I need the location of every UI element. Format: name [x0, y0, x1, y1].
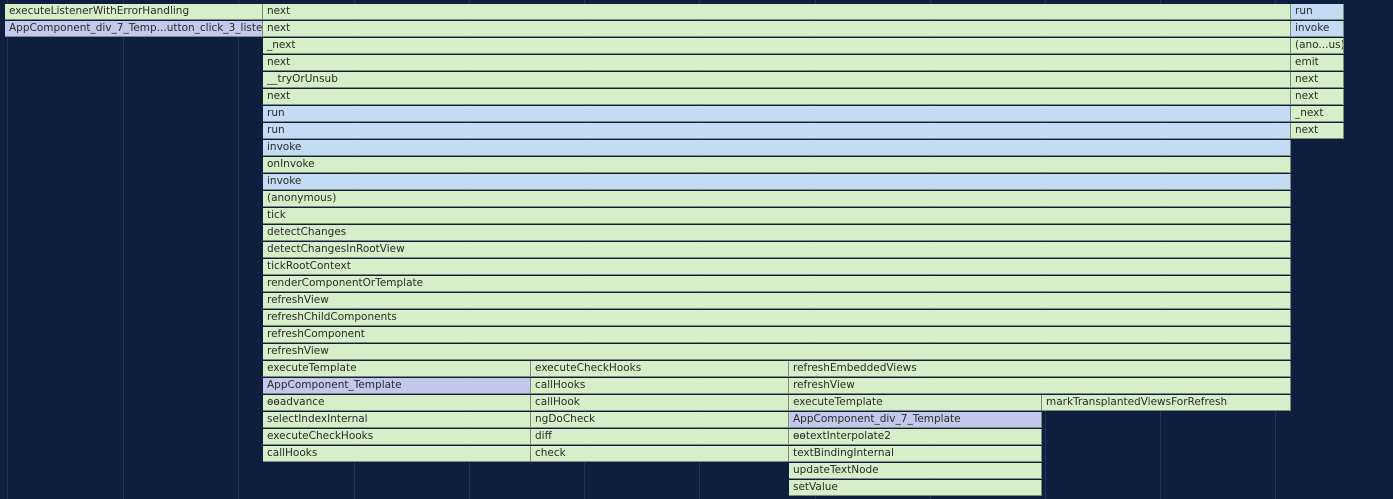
flame-frame[interactable]: invoke — [263, 140, 1291, 156]
flame-frame[interactable]: diff — [531, 429, 789, 445]
flame-frame[interactable]: next — [263, 55, 1291, 71]
flame-frame[interactable]: next — [263, 21, 1291, 37]
flame-frame[interactable]: next — [1291, 123, 1344, 139]
flame-frame[interactable]: callHooks — [531, 378, 789, 394]
flame-frame[interactable]: (ano...us) — [1291, 38, 1344, 54]
flame-frame[interactable]: AppComponent_div_7_Template — [789, 412, 1042, 428]
flame-frame[interactable]: next — [263, 4, 1291, 20]
flame-frame[interactable]: textBindingInternal — [789, 446, 1042, 462]
flame-frame[interactable]: next — [1291, 89, 1344, 105]
flame-frame[interactable]: refreshView — [263, 344, 1291, 360]
flame-frame[interactable]: refreshComponent — [263, 327, 1291, 343]
flame-frame[interactable]: refreshEmbeddedViews — [789, 361, 1291, 377]
flame-frame[interactable]: executeCheckHooks — [263, 429, 531, 445]
flame-frame[interactable]: AppComponent_Template — [263, 378, 531, 394]
flame-frame[interactable]: run — [263, 106, 1291, 122]
flame-frame[interactable]: markTransplantedViewsForRefresh — [1042, 395, 1291, 411]
flame-frame[interactable]: updateTextNode — [789, 463, 1042, 479]
flame-frame[interactable]: _next — [1291, 106, 1344, 122]
flame-frame[interactable]: tick — [263, 208, 1291, 224]
flame-frame[interactable]: renderComponentOrTemplate — [263, 276, 1291, 292]
flame-frame[interactable]: next — [1291, 72, 1344, 88]
flame-frame[interactable]: next — [263, 89, 1291, 105]
flame-frame[interactable]: ɵɵtextInterpolate2 — [789, 429, 1042, 445]
flame-frame[interactable]: refreshChildComponents — [263, 310, 1291, 326]
flame-frame[interactable]: callHooks — [263, 446, 531, 462]
flame-chart: executeListenerWithErrorHandling AppCompo… — [0, 0, 1393, 499]
flame-frame[interactable]: run — [263, 123, 1291, 139]
flame-frame[interactable]: executeCheckHooks — [531, 361, 789, 377]
flame-frame[interactable]: run — [1291, 4, 1344, 20]
flame-frame[interactable]: invoke — [263, 174, 1291, 190]
flame-frame[interactable]: (anonymous) — [263, 191, 1291, 207]
flame-frame[interactable]: callHook — [531, 395, 789, 411]
flame-frame[interactable]: __tryOrUnsub — [263, 72, 1291, 88]
flame-frame[interactable]: onInvoke — [263, 157, 1291, 173]
flame-frame[interactable]: executeTemplate — [263, 361, 531, 377]
flame-frame[interactable]: invoke — [1291, 21, 1344, 37]
flame-frame[interactable]: executeListenerWithErrorHandling — [5, 4, 263, 20]
flame-frame[interactable]: ɵɵadvance — [263, 395, 531, 411]
flame-frame[interactable]: detectChanges — [263, 225, 1291, 241]
flame-frame[interactable]: ngDoCheck — [531, 412, 789, 428]
flame-frame[interactable]: executeTemplate — [789, 395, 1042, 411]
flame-frame[interactable]: check — [531, 446, 789, 462]
flame-frame[interactable]: refreshView — [263, 293, 1291, 309]
flame-frame[interactable]: detectChangesInRootView — [263, 242, 1291, 258]
flame-frame[interactable]: AppComponent_div_7_Temp...utton_click_3_… — [5, 21, 263, 37]
flame-frame[interactable]: _next — [263, 38, 1291, 54]
flame-frame[interactable]: setValue — [789, 480, 1042, 496]
flame-frame[interactable]: refreshView — [789, 378, 1291, 394]
flame-frame[interactable]: tickRootContext — [263, 259, 1291, 275]
flame-frame[interactable]: emit — [1291, 55, 1344, 71]
flame-frame[interactable]: selectIndexInternal — [263, 412, 531, 428]
